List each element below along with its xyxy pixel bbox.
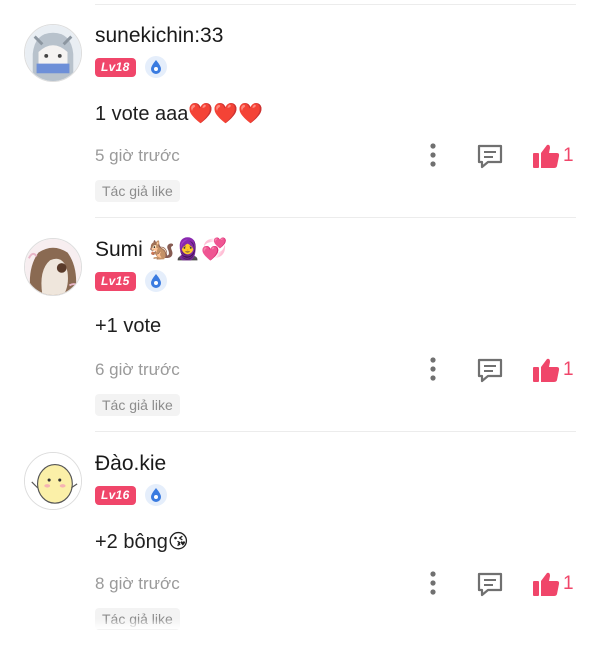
like-count: 1 <box>563 573 574 595</box>
comment-reply-icon[interactable] <box>476 142 504 170</box>
comment-item: Đào.kie Lv16 +2 bông😘 8 giờ trước 1 Tác … <box>0 432 600 646</box>
user-badges: Lv16 <box>95 485 167 505</box>
avatar[interactable] <box>24 238 82 296</box>
scroll-fade <box>0 619 600 629</box>
author-like-tag: Tác giả like <box>95 394 180 416</box>
thumbs-up-icon[interactable] <box>532 143 560 169</box>
thumbs-up-icon[interactable] <box>532 357 560 383</box>
thumbs-up-icon[interactable] <box>532 571 560 597</box>
comment-reply-icon[interactable] <box>476 356 504 384</box>
level-badge: Lv16 <box>95 486 136 505</box>
username[interactable]: sunekichin:33 <box>95 24 223 48</box>
comment-text: +2 bông😘 <box>95 529 189 554</box>
more-vertical-icon[interactable] <box>425 570 441 596</box>
comment-item: Sumi 🐿️🧕💞 Lv15 +1 vote 6 giờ trước 1 Tác… <box>0 218 600 432</box>
like-count: 1 <box>563 359 574 381</box>
like-count: 1 <box>563 145 574 167</box>
more-vertical-icon[interactable] <box>425 142 441 168</box>
droplet-badge-icon <box>145 484 167 506</box>
username[interactable]: Đào.kie <box>95 452 166 476</box>
level-badge: Lv18 <box>95 58 136 77</box>
comment-text: 1 vote aaa❤️❤️❤️ <box>95 101 263 126</box>
comment-time: 6 giờ trước <box>95 360 180 380</box>
avatar[interactable] <box>24 452 82 510</box>
more-vertical-icon[interactable] <box>425 356 441 382</box>
comment-item: sunekichin:33 Lv18 1 vote aaa❤️❤️❤️ 5 gi… <box>0 4 600 218</box>
user-badges: Lv18 <box>95 57 167 77</box>
author-like-tag: Tác giả like <box>95 180 180 202</box>
comment-time: 5 giờ trước <box>95 146 180 166</box>
username[interactable]: Sumi 🐿️🧕💞 <box>95 238 227 262</box>
avatar[interactable] <box>24 24 82 82</box>
comment-time: 8 giờ trước <box>95 574 180 594</box>
droplet-badge-icon <box>145 56 167 78</box>
comment-text: +1 vote <box>95 315 161 338</box>
level-badge: Lv15 <box>95 272 136 291</box>
droplet-badge-icon <box>145 270 167 292</box>
comment-reply-icon[interactable] <box>476 570 504 598</box>
user-badges: Lv15 <box>95 271 167 291</box>
